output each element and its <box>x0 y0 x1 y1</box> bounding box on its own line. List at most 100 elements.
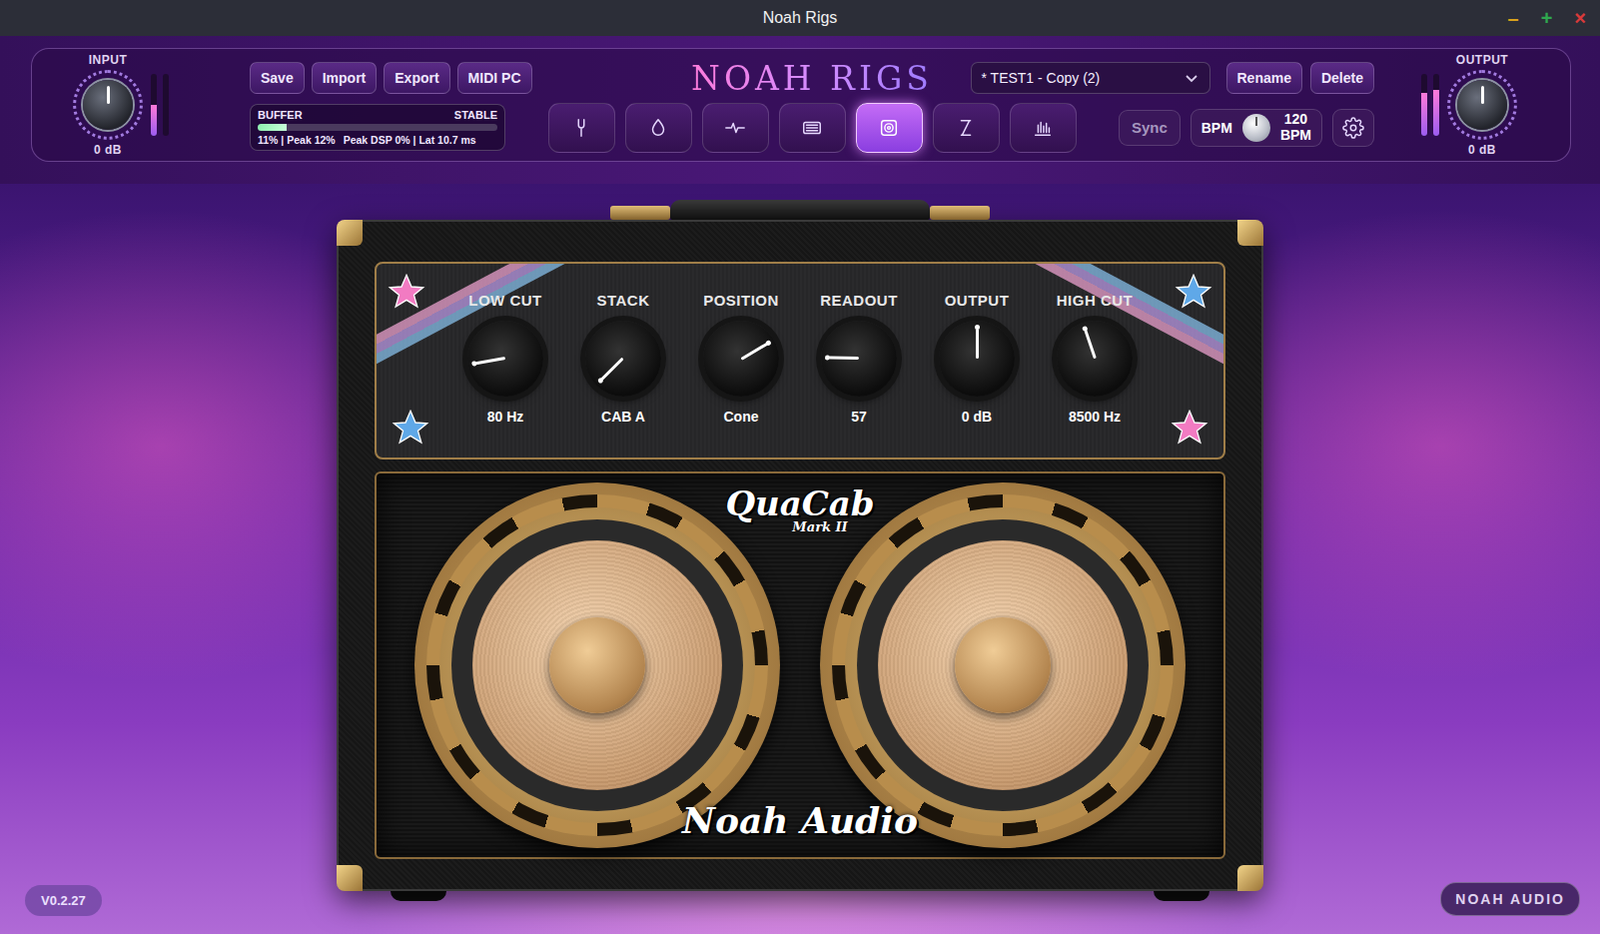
knob-value: 57 <box>850 408 867 425</box>
version-badge: V0.2.27 <box>24 884 102 916</box>
knob-value: 80 Hz <box>487 408 525 425</box>
output-meters <box>1421 73 1440 136</box>
window-control[interactable]: × <box>1574 7 1587 28</box>
knob-value: CAB A <box>601 408 646 425</box>
chevron-down-icon <box>1183 69 1200 86</box>
knob-value: 8500 Hz <box>1068 408 1121 425</box>
file-buttons: SaveImportExportMIDI PC <box>249 61 684 94</box>
file-button[interactable]: Export <box>383 61 450 94</box>
knob-label: HIGH CUT <box>1056 291 1134 309</box>
bpm-knob[interactable] <box>1242 113 1271 142</box>
module-tab[interactable] <box>779 102 846 153</box>
output-label: OUTPUT <box>1456 52 1509 67</box>
cab-handle <box>610 195 990 220</box>
sync-button[interactable]: Sync <box>1118 109 1181 146</box>
level-meter <box>1421 73 1428 136</box>
buffer-panel: BUFFER STABLE 11% | Peak 12% Peak DSP 0%… <box>249 103 506 151</box>
star-icon <box>386 271 427 312</box>
cab-knob[interactable] <box>938 320 1015 397</box>
delay-icon <box>954 116 977 139</box>
cab-knob-control: STACK CAB A <box>564 291 683 458</box>
cab-control-panel: LOW CUT 80 HzSTACK CAB APOSITION ConeREA… <box>374 261 1226 460</box>
module-tab[interactable] <box>932 102 1000 153</box>
module-tab[interactable] <box>855 102 923 153</box>
cab-logo: QuaCab Mark II <box>725 483 874 535</box>
cab-knob[interactable] <box>467 320 544 397</box>
input-label: INPUT <box>88 52 128 67</box>
knob-label: READOUT <box>819 291 898 309</box>
star-icon <box>390 407 431 448</box>
cab-knob[interactable] <box>703 320 780 397</box>
module-tab[interactable] <box>548 102 616 153</box>
left-speaker <box>414 482 781 848</box>
preset-dropdown[interactable]: * TEST1 - Copy (2) <box>970 61 1211 94</box>
star-icon <box>1173 271 1214 312</box>
app-logo: NOAH RIGS <box>683 58 941 98</box>
module-tabs <box>548 102 1077 153</box>
preset-button[interactable]: Rename <box>1226 61 1303 94</box>
cab-brand: Noah Audio <box>682 799 918 841</box>
cab-knob[interactable] <box>820 320 897 397</box>
knob-label: OUTPUT <box>944 291 1010 309</box>
gate-icon <box>724 116 747 139</box>
cab-knob[interactable] <box>1056 320 1133 397</box>
cab-knob-control: LOW CUT 80 Hz <box>446 291 565 458</box>
gear-icon <box>1342 116 1365 139</box>
app-window: Noah Rigs –+ × INPUT 0 dB SaveImportExpor… <box>0 0 1600 934</box>
bpm-value: 120 <box>1284 111 1308 127</box>
window-control[interactable]: + <box>1541 7 1554 28</box>
settings-button[interactable] <box>1332 108 1375 147</box>
input-control: INPUT 0 dB <box>72 52 143 157</box>
knob-value: 0 dB <box>961 408 992 425</box>
title-bar: Noah Rigs –+ × <box>0 0 1600 36</box>
cab-knob[interactable] <box>585 320 662 397</box>
level-meter <box>1433 73 1440 136</box>
buffer-stats: 11% | Peak 12% <box>257 133 336 146</box>
cab-knob-control: HIGH CUT 8500 Hz <box>1035 291 1154 458</box>
cab-icon <box>877 116 900 139</box>
file-button[interactable]: MIDI PC <box>457 61 533 94</box>
module-tab[interactable] <box>1009 102 1077 153</box>
speaker-grill: QuaCab Mark II Noah Audio <box>374 471 1226 859</box>
input-knob[interactable] <box>72 69 143 140</box>
window-control[interactable]: – <box>1508 7 1520 28</box>
file-button[interactable]: Save <box>249 61 305 94</box>
tuner-icon <box>570 116 593 139</box>
preset-button[interactable]: Delete <box>1310 61 1375 94</box>
input-meters <box>150 73 169 136</box>
header: INPUT 0 dB SaveImportExportMIDI PC NOAH … <box>0 35 1600 184</box>
cabinet: LOW CUT 80 HzSTACK CAB APOSITION ConeREA… <box>336 219 1264 891</box>
window-title: Noah Rigs <box>763 8 838 27</box>
module-tab[interactable] <box>702 102 770 153</box>
knob-value: Cone <box>724 408 760 425</box>
bpm-label: BPM <box>1201 119 1233 136</box>
output-reading: 0 dB <box>1468 142 1497 157</box>
buffer-label: BUFFER <box>257 108 303 121</box>
cab-knob-control: OUTPUT 0 dB <box>917 291 1036 458</box>
star-icon <box>1169 407 1210 448</box>
amp-icon <box>800 116 823 139</box>
level-meter <box>162 73 169 136</box>
output-knob[interactable] <box>1447 69 1518 140</box>
knob-label: STACK <box>596 291 650 309</box>
bpm-unit: BPM <box>1280 127 1312 143</box>
input-reading: 0 dB <box>93 142 122 157</box>
file-button[interactable]: Import <box>311 61 378 94</box>
buffer-dsp: Peak DSP 0% | Lat 10.7 ms <box>343 133 477 146</box>
cab-knob-control: POSITION Cone <box>682 291 800 458</box>
drive-icon <box>647 116 670 139</box>
level-meter <box>150 73 157 136</box>
right-speaker <box>819 482 1186 848</box>
header-panel: INPUT 0 dB SaveImportExportMIDI PC NOAH … <box>30 47 1572 162</box>
bpm-control: BPM 120 BPM <box>1190 108 1323 147</box>
stage: LOW CUT 80 HzSTACK CAB APOSITION ConeREA… <box>0 183 1600 934</box>
cab-knob-control: READOUT 57 <box>800 291 918 458</box>
output-control: OUTPUT 0 dB <box>1447 52 1518 157</box>
knob-label: POSITION <box>703 291 780 309</box>
buffer-status: STABLE <box>454 108 498 121</box>
eq-icon <box>1031 116 1054 139</box>
buffer-bar <box>257 123 498 131</box>
module-tab[interactable] <box>625 102 693 153</box>
knob-label: LOW CUT <box>468 291 542 309</box>
footer-brand: NOAH AUDIO <box>1440 881 1581 916</box>
